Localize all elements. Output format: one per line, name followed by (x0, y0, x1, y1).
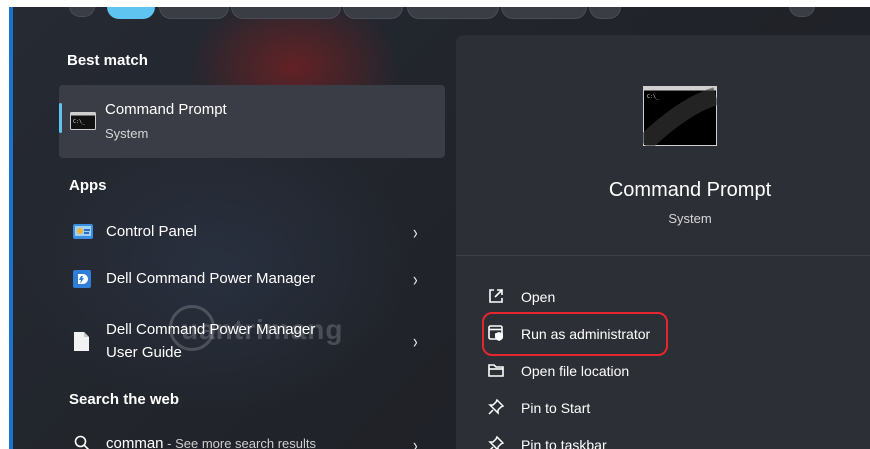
best-match-subtitle: System (105, 126, 149, 141)
apps-header: Apps (69, 177, 107, 194)
chevron-right-icon[interactable]: › (413, 221, 418, 243)
filter-web-pill[interactable] (343, 7, 403, 19)
document-icon (74, 332, 89, 351)
search-window: Best match C:\_ Command Prompt System Ap… (9, 7, 870, 449)
control-panel-icon (73, 224, 93, 239)
web-query: comman (106, 435, 164, 449)
folder-icon (488, 364, 504, 377)
search-web-header: Search the web (69, 391, 180, 408)
action-label: Open (521, 289, 556, 305)
app-title: Dell Command Power Manager (106, 270, 316, 287)
app-title: Control Panel (106, 223, 197, 240)
filter-settings-pill[interactable] (407, 7, 499, 19)
detail-subtitle: System (668, 211, 712, 226)
svg-text:C:\_: C:\_ (647, 94, 660, 100)
detail-title: Command Prompt (608, 179, 772, 201)
filter-folders-pill[interactable] (501, 7, 587, 19)
filter-bar (9, 7, 870, 21)
search-icon (74, 435, 90, 449)
selection-indicator (59, 103, 62, 133)
detail-panel: C:\_ Command Prompt System Open Run as a… (456, 35, 870, 449)
app-item-dell-command[interactable]: Dell Command Power Manager › (59, 264, 445, 294)
pin-icon (488, 435, 505, 449)
best-match-item[interactable] (59, 85, 445, 158)
pin-icon (488, 398, 505, 415)
chevron-right-icon[interactable]: › (413, 268, 418, 290)
app-title-line2: User Guide (106, 344, 182, 361)
filter-all-pill[interactable] (107, 7, 155, 19)
svg-text:C:\_: C:\_ (73, 119, 86, 125)
divider (456, 255, 870, 256)
watermark-text: uantrimang (181, 314, 344, 345)
more-options-pill[interactable] (789, 7, 815, 17)
best-match-header: Best match (67, 52, 148, 69)
filter-apps-pill[interactable] (159, 7, 229, 19)
command-prompt-large-icon: C:\_ (643, 86, 717, 146)
web-result-item[interactable]: comman - See more search results › (59, 431, 445, 449)
command-prompt-icon: C:\_ (70, 112, 96, 130)
chevron-right-icon[interactable]: › (413, 330, 418, 352)
best-match-title: Command Prompt (105, 101, 227, 118)
dell-command-icon (73, 270, 91, 288)
action-label: Open file location (521, 363, 630, 379)
web-query-suffix: - See more search results (163, 436, 316, 449)
window-accent-edge (9, 7, 13, 449)
filter-documents-pill[interactable] (231, 7, 341, 19)
filter-photos-pill[interactable] (589, 7, 621, 19)
open-external-icon (489, 289, 503, 303)
action-label: Pin to Start (521, 400, 591, 416)
action-label: Pin to taskbar (521, 437, 607, 449)
chevron-right-icon[interactable]: › (413, 434, 418, 449)
highlight-annotation (482, 312, 668, 356)
app-item-control-panel[interactable]: Control Panel › (59, 217, 445, 247)
back-arrow-pill[interactable] (69, 7, 95, 17)
